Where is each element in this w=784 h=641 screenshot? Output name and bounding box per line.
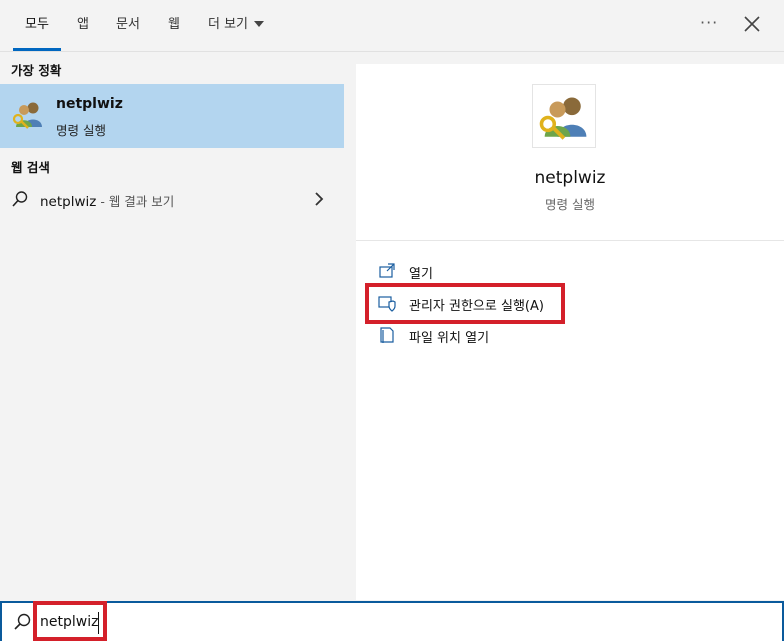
search-bar <box>0 601 784 641</box>
detail-app-subtitle: 명령 실행 <box>545 197 595 212</box>
chevron-right-icon[interactable] <box>314 191 324 207</box>
web-query-hint: - 웹 결과 보기 <box>96 194 175 209</box>
open-file-location-label: 파일 위치 열기 <box>409 331 490 346</box>
tab-more[interactable]: 더 보기 <box>208 0 265 52</box>
detail-app-icon <box>532 84 596 148</box>
users-key-icon <box>539 97 587 140</box>
filter-tab-bar: 모두 앱 문서 웹 더 보기 ··· <box>0 0 784 52</box>
file-location-icon <box>380 327 394 343</box>
detail-app-title: netplwiz <box>534 168 606 188</box>
web-search-result[interactable]: netplwiz - 웹 결과 보기 <box>0 182 344 216</box>
tab-more-label: 더 보기 <box>208 17 249 32</box>
search-icon <box>14 613 31 630</box>
open-icon <box>379 263 395 278</box>
open-action[interactable]: 열기 <box>378 260 498 284</box>
shield-icon <box>378 296 396 312</box>
web-query-text: netplwiz <box>40 194 97 210</box>
best-match-name: netplwiz <box>56 96 123 112</box>
divider <box>356 240 784 241</box>
tab-documents[interactable]: 문서 <box>116 0 140 52</box>
tab-all[interactable]: 모두 <box>13 0 61 52</box>
ellipsis-icon[interactable]: ··· <box>700 13 718 32</box>
search-input[interactable] <box>40 609 340 635</box>
text-cursor <box>98 612 99 634</box>
search-icon <box>12 191 28 207</box>
web-search-heading: 웹 검색 <box>11 160 50 175</box>
best-match-subtitle: 명령 실행 <box>56 123 106 138</box>
detail-pane: netplwiz 명령 실행 열기 관리자 권한으로 실행(A) 파일 위치 열… <box>356 64 784 600</box>
close-icon[interactable] <box>742 13 762 35</box>
run-as-admin-label: 관리자 권한으로 실행(A) <box>409 299 544 314</box>
web-search-query: netplwiz - 웹 결과 보기 <box>40 191 174 210</box>
tab-web[interactable]: 웹 <box>168 0 180 52</box>
run-as-admin-action[interactable]: 관리자 권한으로 실행(A) <box>378 292 568 316</box>
open-label: 열기 <box>409 267 433 282</box>
chevron-down-icon <box>254 20 265 27</box>
best-match-result[interactable]: netplwiz 명령 실행 <box>0 84 344 148</box>
users-key-icon <box>12 102 42 129</box>
open-file-location-action[interactable]: 파일 위치 열기 <box>378 324 528 348</box>
best-match-heading: 가장 정확 <box>11 63 62 78</box>
tab-apps[interactable]: 앱 <box>77 0 89 52</box>
